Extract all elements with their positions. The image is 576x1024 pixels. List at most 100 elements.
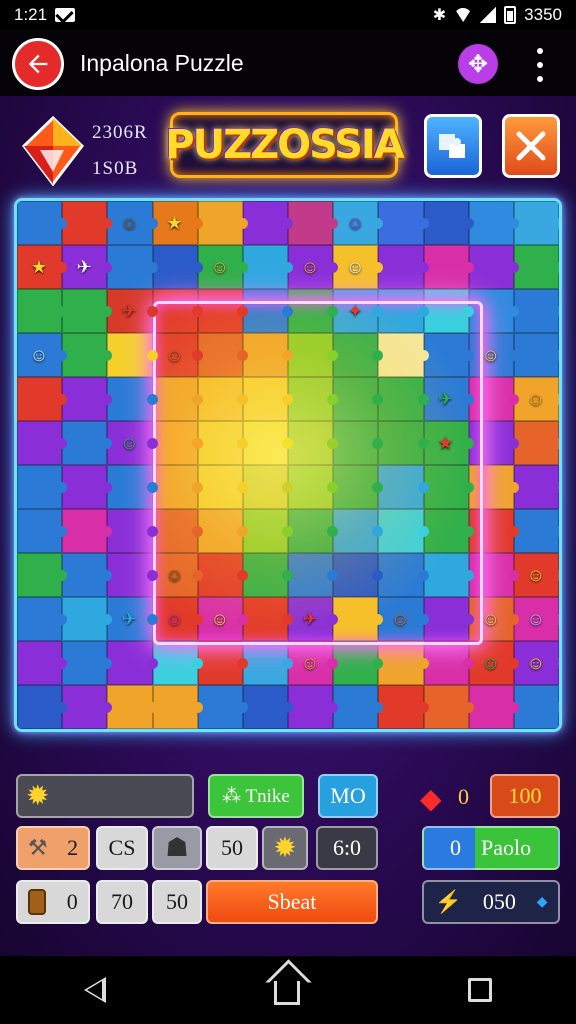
puzzle-piece[interactable]: ☺: [513, 377, 559, 421]
puzzle-piece[interactable]: [62, 685, 113, 729]
puzzle-piece[interactable]: ☺: [197, 245, 249, 289]
puzzle-piece[interactable]: [513, 289, 559, 333]
puzzle-piece[interactable]: ☺: [152, 553, 203, 597]
puzzle-piece[interactable]: [197, 289, 249, 333]
puzzle-piece[interactable]: [468, 421, 520, 465]
puzzle-piece[interactable]: [242, 377, 294, 421]
puzzle-piece[interactable]: [17, 685, 68, 729]
puzzle-piece[interactable]: [242, 289, 294, 333]
puzzle-piece[interactable]: [468, 509, 520, 553]
puzzle-piece[interactable]: [333, 421, 384, 465]
puzzle-piece[interactable]: [378, 641, 429, 685]
puzzle-piece[interactable]: [423, 597, 474, 641]
puzzle-piece[interactable]: [62, 509, 113, 553]
puzzle-piece[interactable]: [333, 377, 384, 421]
puzzle-piece[interactable]: ✈: [288, 597, 339, 641]
puzzle-piece[interactable]: [197, 333, 249, 377]
puzzle-piece[interactable]: [17, 201, 68, 245]
puzzle-piece[interactable]: [17, 421, 68, 465]
puzzle-piece[interactable]: [468, 465, 520, 509]
puzzle-piece[interactable]: ★: [152, 201, 203, 245]
puzzle-piece[interactable]: [423, 333, 474, 377]
puzzle-piece[interactable]: [242, 245, 294, 289]
puzzle-piece[interactable]: [242, 509, 294, 553]
puzzle-piece[interactable]: ☺: [288, 245, 339, 289]
puzzle-piece[interactable]: [378, 333, 429, 377]
puzzle-piece[interactable]: [242, 421, 294, 465]
puzzle-piece[interactable]: [62, 333, 113, 377]
nav-recents-icon[interactable]: [468, 978, 492, 1002]
puzzle-piece[interactable]: [242, 685, 294, 729]
coins-counter[interactable]: 100: [490, 774, 560, 818]
puzzle-piece[interactable]: ☺: [468, 597, 520, 641]
puzzle-piece[interactable]: [378, 553, 429, 597]
puzzle-piece[interactable]: [62, 201, 113, 245]
puzzle-piece-button[interactable]: [424, 114, 482, 178]
puzzle-piece[interactable]: [17, 377, 68, 421]
puzzle-piece[interactable]: [242, 333, 294, 377]
puzzle-piece[interactable]: [107, 641, 158, 685]
puzzle-piece[interactable]: [378, 377, 429, 421]
puzzle-piece[interactable]: [152, 289, 203, 333]
puzzle-piece[interactable]: [378, 685, 429, 729]
puzzle-piece[interactable]: [152, 685, 203, 729]
puzzle-piece[interactable]: ★: [17, 245, 68, 289]
puzzle-piece[interactable]: [378, 465, 429, 509]
puzzle-piece[interactable]: [288, 377, 339, 421]
close-game-button[interactable]: [502, 114, 560, 178]
puzzle-piece[interactable]: [62, 377, 113, 421]
puzzle-piece[interactable]: [468, 553, 520, 597]
nav-home-icon[interactable]: [274, 981, 300, 1005]
puzzle-piece[interactable]: [107, 685, 158, 729]
puzzle-piece[interactable]: [423, 553, 474, 597]
puzzle-piece[interactable]: ★: [423, 421, 474, 465]
puzzle-piece[interactable]: [242, 553, 294, 597]
puzzle-piece[interactable]: [62, 289, 113, 333]
puzzle-piece[interactable]: [62, 597, 113, 641]
barrel-item[interactable]: 0: [16, 880, 90, 924]
puzzle-piece[interactable]: ☺: [17, 333, 68, 377]
puzzle-piece[interactable]: [288, 333, 339, 377]
puzzle-piece[interactable]: [197, 377, 249, 421]
puzzle-piece[interactable]: [288, 201, 339, 245]
puzzle-piece[interactable]: [197, 201, 249, 245]
puzzle-piece[interactable]: ☺: [468, 641, 520, 685]
puzzle-piece[interactable]: ✈: [62, 245, 113, 289]
puzzle-piece[interactable]: [423, 685, 474, 729]
puzzle-piece[interactable]: ✦: [333, 289, 384, 333]
puzzle-piece[interactable]: [152, 641, 203, 685]
puzzle-piece[interactable]: ☺: [152, 333, 203, 377]
puzzle-piece[interactable]: [288, 289, 339, 333]
puzzle-piece[interactable]: [242, 641, 294, 685]
puzzle-piece[interactable]: ☺: [513, 597, 559, 641]
puzzle-piece[interactable]: [288, 509, 339, 553]
puzzle-piece[interactable]: [513, 509, 559, 553]
tnike-button[interactable]: ⁂ Tnike: [208, 774, 304, 818]
puzzle-piece[interactable]: [423, 289, 474, 333]
puzzle-piece[interactable]: [242, 465, 294, 509]
puzzle-piece[interactable]: [17, 641, 68, 685]
puzzle-piece[interactable]: [197, 421, 249, 465]
puzzle-piece[interactable]: [423, 465, 474, 509]
puzzle-piece[interactable]: ☺: [513, 641, 559, 685]
item-70[interactable]: 70: [96, 880, 148, 924]
sun-progress-bar[interactable]: ✹: [16, 774, 194, 818]
puzzle-piece[interactable]: [423, 245, 474, 289]
energy-counter[interactable]: ⚡ 050 ◆: [422, 880, 560, 924]
puzzle-piece[interactable]: [62, 421, 113, 465]
puzzle-piece[interactable]: [152, 421, 203, 465]
puzzle-piece[interactable]: [152, 465, 203, 509]
puzzle-piece[interactable]: ☺: [513, 553, 559, 597]
back-button[interactable]: [12, 38, 64, 90]
puzzle-piece[interactable]: ☺: [333, 201, 384, 245]
puzzle-piece[interactable]: [17, 289, 68, 333]
puzzle-piece[interactable]: [468, 685, 520, 729]
mo-button[interactable]: MO: [318, 774, 378, 818]
puzzle-piece[interactable]: [423, 201, 474, 245]
hammer-item[interactable]: ⚒ 2: [16, 826, 90, 870]
puzzle-piece[interactable]: ✈: [423, 377, 474, 421]
puzzle-piece[interactable]: [107, 245, 158, 289]
puzzle-piece[interactable]: [288, 421, 339, 465]
puzzle-piece[interactable]: [62, 641, 113, 685]
puzzle-piece[interactable]: [468, 377, 520, 421]
